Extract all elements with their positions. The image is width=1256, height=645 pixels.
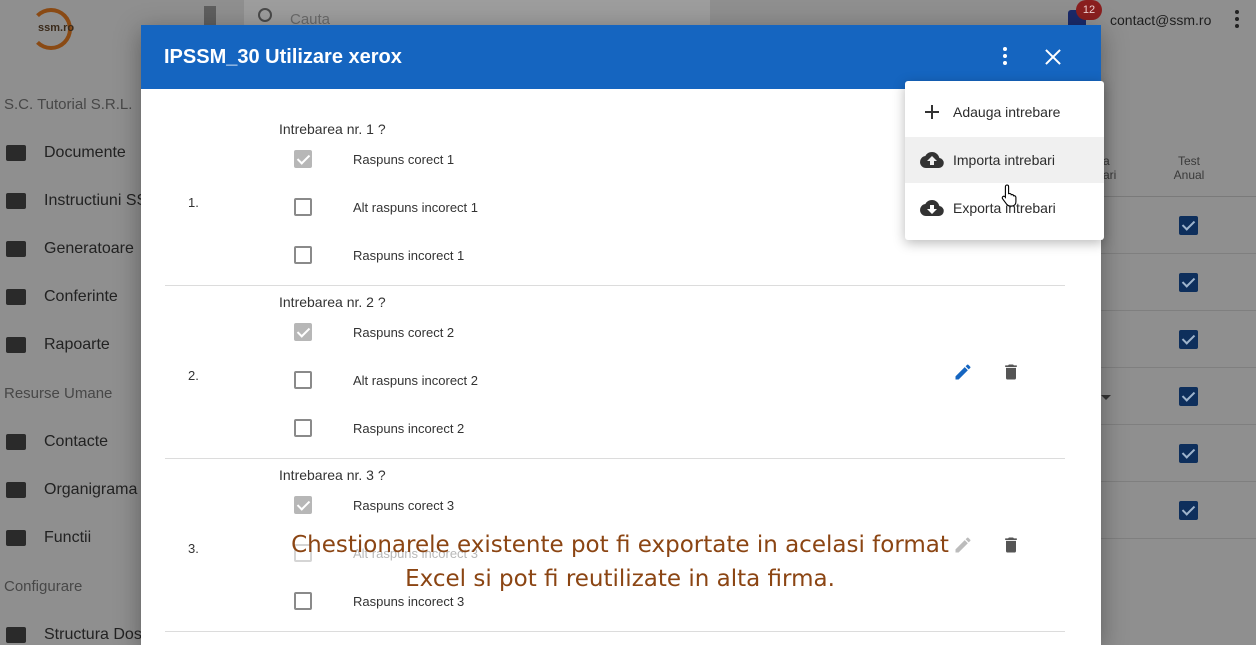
sidebar-item-label: Structura Dos [44,626,142,643]
sidebar-item-label: Conferinte [44,288,118,305]
question-number: 2. [188,368,199,383]
table-header-divider [1101,196,1256,197]
delete-icon[interactable] [1001,535,1021,555]
answer-row: Raspuns corect 3 [294,495,894,517]
question-title: Intrebarea nr. 1 ? [279,121,386,137]
answer-text: Raspuns corect 3 [353,498,455,513]
test-anual-checkbox[interactable] [1179,444,1198,463]
menu-item-add-question[interactable]: Adauga intrebare [905,89,1104,135]
sidebar-item-label: Contacte [44,433,109,450]
sidebar-item-label: Instructiuni SS [44,192,148,209]
more-vert-icon[interactable] [1230,10,1244,32]
plus-icon [920,102,944,122]
row-divider [1101,424,1256,425]
answer-checkbox[interactable] [294,198,312,216]
answer-checkbox[interactable] [294,371,312,389]
cloud-download-icon [920,198,944,218]
row-divider [1101,367,1256,368]
test-anual-checkbox[interactable] [1179,330,1198,349]
column-header-partial: a ari [1103,154,1117,182]
logo-text: ssm.ro [38,22,75,34]
background-table: a ari Test Anual [1101,56,1256,645]
test-anual-checkbox[interactable] [1179,387,1198,406]
answer-text: Raspuns corect 2 [353,325,455,340]
answer-row: Raspuns incorect 1 [294,245,894,267]
person-icon [6,434,26,450]
menu-item-label: Adauga intrebare [953,104,1061,120]
menu-item-label: Importa intrebari [953,152,1055,168]
row-divider [1101,538,1256,539]
subtitle-line: Excel si pot fi reutilizate in alta firm… [405,566,835,592]
more-vert-icon[interactable] [997,47,1013,69]
clipboard-icon [6,530,26,546]
folder-star-icon [6,627,26,643]
row-divider [1101,481,1256,482]
user-email[interactable]: contact@ssm.ro [1110,12,1211,28]
test-anual-checkbox[interactable] [1179,273,1198,292]
edit-icon[interactable] [953,362,973,382]
answer-checkbox[interactable] [294,323,312,341]
chevron-down-icon[interactable] [1101,395,1111,400]
folder-star-icon [6,241,26,257]
question-divider [165,631,1065,632]
sidebar: S.C. Tutorial S.R.L. Documente Instructi… [0,56,147,645]
notification-badge: 12 [1076,0,1102,20]
test-anual-checkbox[interactable] [1179,216,1198,235]
dialog-header: IPSSM_30 Utilizare xerox [141,25,1101,89]
company-name: S.C. Tutorial S.R.L. [4,96,133,113]
chat-icon [6,193,26,209]
dialog-title: IPSSM_30 Utilizare xerox [164,46,402,68]
delete-icon[interactable] [1001,362,1021,382]
answer-checkbox[interactable] [294,246,312,264]
row-divider [1101,253,1256,254]
search-icon [258,8,272,22]
section-configurare: Configurare [4,578,83,595]
dialog-actions-menu: Adauga intrebare Importa intrebari Expor… [905,81,1104,240]
sidebar-item-label: Rapoarte [44,336,110,353]
answer-row: Alt raspuns incorect 1 [294,197,894,219]
hand-cursor-icon [1001,183,1019,207]
row-divider [1101,310,1256,311]
sidebar-item-label: Organigrama [44,481,138,498]
answer-checkbox[interactable] [294,496,312,514]
list-icon [6,482,26,498]
phone-icon [6,289,26,305]
sidebar-item-label: Documente [44,144,126,161]
section-resurse-umane: Resurse Umane [4,385,113,402]
question-number: 3. [188,541,199,556]
answer-text: Alt raspuns incorect 2 [353,373,479,388]
cloud-upload-icon [920,150,944,170]
subtitle-line: Chestionarele existente pot fi exportate… [291,532,949,558]
folder-icon [6,145,26,161]
answer-checkbox[interactable] [294,150,312,168]
answer-text: Raspuns incorect 2 [353,421,465,436]
answer-row: Raspuns incorect 2 [294,418,894,440]
answer-checkbox[interactable] [294,419,312,437]
test-anual-checkbox[interactable] [1179,501,1198,520]
menu-item-import-questions[interactable]: Importa intrebari [905,137,1104,183]
answer-text: Alt raspuns incorect 1 [353,200,479,215]
question-number: 1. [188,195,199,210]
column-header-test-anual: Test Anual [1173,154,1205,182]
answer-row: Raspuns corect 2 [294,322,894,344]
question-row: Intrebarea nr. 2 ? 2. Raspuns corect 2 A… [165,286,1065,459]
question-title: Intrebarea nr. 3 ? [279,467,386,483]
answer-text: Raspuns corect 1 [353,152,455,167]
answer-text: Raspuns incorect 1 [353,248,465,263]
answer-text: Raspuns incorect 3 [353,594,465,609]
video-subtitle: Chestionarele existente pot fi exportate… [240,528,1000,596]
close-icon[interactable] [1041,45,1065,69]
ssm-logo[interactable]: ssm.ro [26,6,78,52]
answer-row: Alt raspuns incorect 2 [294,370,894,392]
sidebar-item-label: Functii [44,529,92,546]
answer-row: Raspuns corect 1 [294,149,894,171]
sidebar-item-label: Generatoare [44,240,134,257]
question-title: Intrebarea nr. 2 ? [279,294,386,310]
calendar-icon [6,337,26,353]
